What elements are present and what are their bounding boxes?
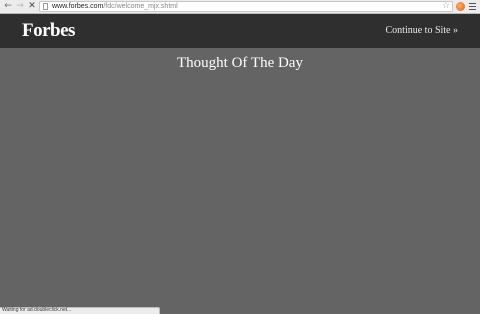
address-bar[interactable]: www.forbes.com/fdc/welcome_mjx.shtml ☆	[39, 1, 453, 12]
url-path: /fdc/welcome_mjx.shtml	[103, 3, 178, 10]
forbes-logo[interactable]: Forbes	[22, 20, 75, 42]
url-host: www.forbes.com	[52, 3, 104, 10]
main-content: Thought Of The Day	[0, 48, 480, 314]
status-text: Waiting for ad.doubleclick.net...	[2, 307, 72, 313]
stop-loading-icon[interactable]: ✕	[27, 1, 37, 12]
continue-to-site-link[interactable]: Continue to Site »	[386, 24, 459, 38]
menu-icon[interactable]	[469, 3, 476, 10]
browser-toolbar: ← → ✕ www.forbes.com/fdc/welcome_mjx.sht…	[0, 0, 480, 14]
extension-icon[interactable]	[456, 2, 465, 11]
url-text[interactable]: www.forbes.com/fdc/welcome_mjx.shtml	[52, 2, 178, 11]
page-icon	[43, 3, 48, 10]
forward-arrow-icon[interactable]: →	[15, 1, 25, 12]
page-title: Thought Of The Day	[177, 55, 303, 71]
status-bar: Waiting for ad.doubleclick.net...	[0, 307, 160, 314]
site-header: Forbes Continue to Site »	[0, 14, 480, 48]
back-arrow-icon[interactable]: ←	[3, 1, 13, 12]
bookmark-star-icon[interactable]: ☆	[442, 1, 450, 12]
